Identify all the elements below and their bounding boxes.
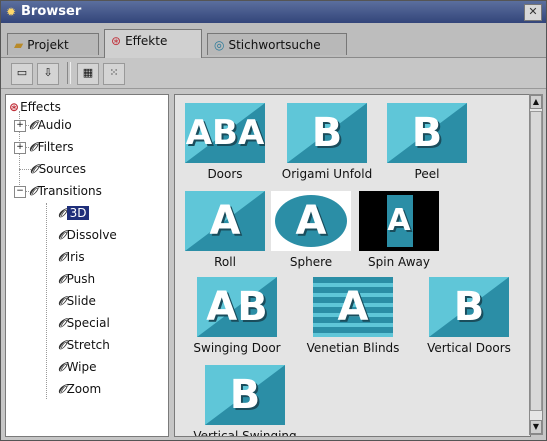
arrow-down-icon: ▼ bbox=[532, 422, 540, 431]
browser-window: ✹ Browser ✕ ▰ Projekt ⊛ Effekte ◎ Stichwort… bbox=[0, 0, 547, 441]
tree-item-label: Wipe bbox=[66, 360, 97, 374]
tree-item-push[interactable]: 𝒪Push bbox=[58, 269, 95, 289]
grid-options-button[interactable]: ⁙ bbox=[103, 63, 125, 85]
window-title: Browser bbox=[21, 4, 82, 19]
tree-root-label: Effects bbox=[20, 100, 61, 114]
tree-item-label: Transitions bbox=[37, 184, 102, 198]
tab-stichwortsuche[interactable]: ◎ Stichwortsuche bbox=[207, 33, 347, 55]
tree-item-label: Audio bbox=[37, 118, 72, 132]
tree-item-special[interactable]: 𝒪Special bbox=[58, 313, 110, 333]
search-globe-icon: ◎ bbox=[214, 38, 225, 52]
effect-label: Vertical Swinging bbox=[193, 429, 297, 437]
title-bar: ✹ Browser ✕ bbox=[1, 1, 546, 23]
vertical-scrollbar[interactable]: ▲ ▼ bbox=[529, 94, 543, 435]
tree-item-wipe[interactable]: 𝒪Wipe bbox=[58, 357, 97, 377]
expand-toggle[interactable]: + bbox=[14, 119, 26, 132]
effect-label: Peel bbox=[414, 167, 440, 181]
folder-icon: ▰ bbox=[14, 38, 24, 52]
sort-icon: ⇩ bbox=[43, 66, 53, 79]
arrow-up-icon: ▲ bbox=[532, 97, 540, 106]
tab-effekte-label: Effekte bbox=[125, 34, 168, 48]
scroll-up-button[interactable]: ▲ bbox=[530, 95, 542, 109]
tree-item-sources[interactable]: 𝒪Sources bbox=[30, 159, 86, 179]
effect-thumbnail: ABA bbox=[185, 103, 265, 163]
tree-item-label: Dissolve bbox=[66, 228, 117, 242]
clip-icon: 𝒪 bbox=[58, 294, 66, 308]
effect-thumbnail: B bbox=[205, 365, 285, 425]
tab-effekte[interactable]: ⊛ Effekte bbox=[104, 29, 202, 58]
expand-toggle[interactable]: + bbox=[14, 141, 26, 154]
tree-item-stretch[interactable]: 𝒪Stretch bbox=[58, 335, 110, 355]
tree-item-label: Sources bbox=[38, 162, 87, 176]
tree-item-label: 3D bbox=[66, 206, 90, 220]
tree-item-filters[interactable]: + 𝒪Filters bbox=[14, 137, 74, 157]
tree-item-label: Push bbox=[66, 272, 96, 286]
clip-icon: 𝒪 bbox=[58, 272, 66, 286]
tree-item-audio[interactable]: + 𝒪Audio bbox=[14, 115, 72, 135]
clip-icon: 𝒪 bbox=[58, 206, 66, 220]
tree-item-label: Zoom bbox=[66, 382, 102, 396]
tree-item-label: Slide bbox=[66, 294, 96, 308]
tree-item-slide[interactable]: 𝒪Slide bbox=[58, 291, 96, 311]
tab-projekt-label: Projekt bbox=[27, 38, 69, 52]
scroll-down-button[interactable]: ▼ bbox=[530, 420, 542, 434]
tree-item-label: Iris bbox=[66, 250, 85, 264]
tree-root-effects[interactable]: ⊛Effects bbox=[9, 97, 61, 117]
effect-thumbnail: B bbox=[429, 277, 509, 337]
close-button[interactable]: ✕ bbox=[524, 4, 542, 21]
view-list-icon: ▭ bbox=[16, 66, 28, 79]
tree-item-label: Filters bbox=[37, 140, 74, 154]
tree-item-iris[interactable]: 𝒪Iris bbox=[58, 247, 85, 267]
tree-item-label: Stretch bbox=[66, 338, 110, 352]
clip-icon: 𝒪 bbox=[30, 162, 38, 176]
effect-label: Spin Away bbox=[368, 255, 430, 269]
tab-projekt[interactable]: ▰ Projekt bbox=[7, 33, 99, 55]
pane-splitter[interactable] bbox=[169, 94, 173, 435]
tab-bar: ▰ Projekt ⊛ Effekte ◎ Stichwortsuche bbox=[1, 23, 546, 58]
view-list-button[interactable]: ▭ bbox=[11, 63, 33, 85]
app-icon: ✹ bbox=[6, 5, 17, 19]
tree-item-dissolve[interactable]: 𝒪Dissolve bbox=[58, 225, 117, 245]
clip-icon: 𝒪 bbox=[29, 184, 37, 198]
effect-thumbnail: A bbox=[313, 277, 393, 337]
clip-icon: 𝒪 bbox=[58, 250, 66, 264]
clip-icon: 𝒪 bbox=[58, 228, 66, 242]
sort-button[interactable]: ⇩ bbox=[37, 63, 59, 85]
effect-label: Swinging Door bbox=[193, 341, 281, 355]
tree-item-label: Special bbox=[66, 316, 110, 330]
clip-icon: 𝒪 bbox=[29, 140, 37, 154]
effect-thumbnail: A bbox=[185, 191, 265, 251]
grid-button[interactable]: ▦ bbox=[77, 63, 99, 85]
clip-icon: 𝒪 bbox=[58, 360, 66, 374]
clip-icon: 𝒪 bbox=[58, 338, 66, 352]
effect-thumbnail: B bbox=[287, 103, 367, 163]
clip-icon: 𝒪 bbox=[29, 118, 37, 132]
scroll-thumb[interactable] bbox=[530, 111, 542, 411]
clip-icon: 𝒪 bbox=[58, 316, 66, 330]
grid-icon: ▦ bbox=[82, 66, 94, 79]
effects-icon: ⊛ bbox=[111, 34, 122, 48]
toolbar: ▭ ⇩ ▦ ⁙ bbox=[1, 58, 546, 89]
effect-thumbnail: A bbox=[359, 191, 439, 251]
grid-options-icon: ⁙ bbox=[109, 66, 119, 79]
effect-label: Vertical Doors bbox=[427, 341, 511, 355]
tab-stichwortsuche-label: Stichwortsuche bbox=[228, 38, 321, 52]
clip-icon: 𝒪 bbox=[58, 382, 66, 396]
tree-item-3d[interactable]: 𝒪 3D bbox=[58, 203, 90, 223]
effect-thumbnail: A bbox=[271, 191, 351, 251]
tree-item-zoom[interactable]: 𝒪Zoom bbox=[58, 379, 101, 399]
effects-tree: ⊛Effects + 𝒪Audio + 𝒪Filters 𝒪Sources − 𝒪Tr… bbox=[5, 94, 169, 437]
effect-label: Venetian Blinds bbox=[306, 341, 400, 355]
toolbar-separator bbox=[67, 62, 71, 84]
tree-item-transitions[interactable]: − 𝒪Transitions bbox=[14, 181, 102, 201]
effects-icon: ⊛ bbox=[9, 100, 20, 114]
effect-thumbnail: B bbox=[387, 103, 467, 163]
effect-thumbnail: AB bbox=[197, 277, 277, 337]
effects-grid: ABA Doors B Origami Unfold B Peel A Roll… bbox=[174, 94, 531, 437]
collapse-toggle[interactable]: − bbox=[14, 185, 26, 198]
